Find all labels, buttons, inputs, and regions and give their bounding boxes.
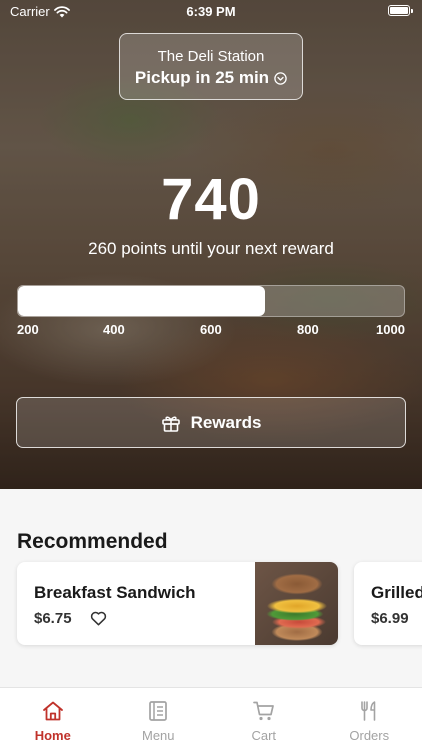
item-price: $6.99 [371,610,409,627]
tab-cart[interactable]: Cart [211,688,317,750]
gift-icon [161,415,180,432]
points-to-next-reward: 260 points until your next reward [88,239,334,258]
recommended-item-card[interactable]: Grilled $6.99 [354,562,422,645]
tab-label: Cart [251,728,277,743]
tab-home[interactable]: Home [0,688,106,750]
progress-scale-label: 600 [200,322,222,337]
store-selector-button[interactable]: The Deli Station Pickup in 25 min [119,33,303,100]
tab-label: Home [34,728,71,743]
points-balance: 740 [161,167,261,232]
chevron-down-circle-icon [274,71,287,85]
rewards-button[interactable]: Rewards [16,397,406,448]
progress-scale-label: 400 [103,322,125,337]
tab-label: Orders [349,728,390,743]
hero-banner: Carrier 6:39 PM The Deli Station Pickup … [0,0,422,489]
item-name: Grilled [371,583,422,602]
item-price: $6.75 [34,610,72,627]
tab-label: Menu [141,728,175,743]
tab-menu[interactable]: Menu [106,688,212,750]
menu-icon [149,701,168,721]
sandwich-image [255,562,338,645]
recommended-title: Recommended [17,530,168,553]
points-progress-bar [17,285,405,317]
recommended-item-card[interactable]: Breakfast Sandwich $6.75 [17,562,338,645]
item-name: Breakfast Sandwich [34,583,196,602]
progress-scale-label: 200 [17,322,39,337]
store-name: The Deli Station [157,48,265,65]
tab-bar: Home Menu Cart Orders [0,687,422,750]
rewards-label: Rewards [190,412,262,432]
status-bar: Carrier 6:39 PM [0,0,422,24]
home-icon [42,701,63,721]
progress-scale-label: 800 [297,322,319,337]
fork-knife-icon [361,701,376,721]
pickup-time: Pickup in 25 min [134,68,270,87]
cart-icon [252,701,274,721]
pickup-time-row: Pickup in 25 min [120,68,302,88]
progress-scale-label: 1000 [376,322,405,337]
battery-icon [388,5,413,16]
points-progress-fill [18,286,266,316]
tab-orders[interactable]: Orders [317,688,422,750]
status-time: 6:39 PM [186,4,236,19]
favorite-heart-icon[interactable] [90,610,107,626]
progress-scale: 200 400 600 800 1000 [17,322,405,338]
